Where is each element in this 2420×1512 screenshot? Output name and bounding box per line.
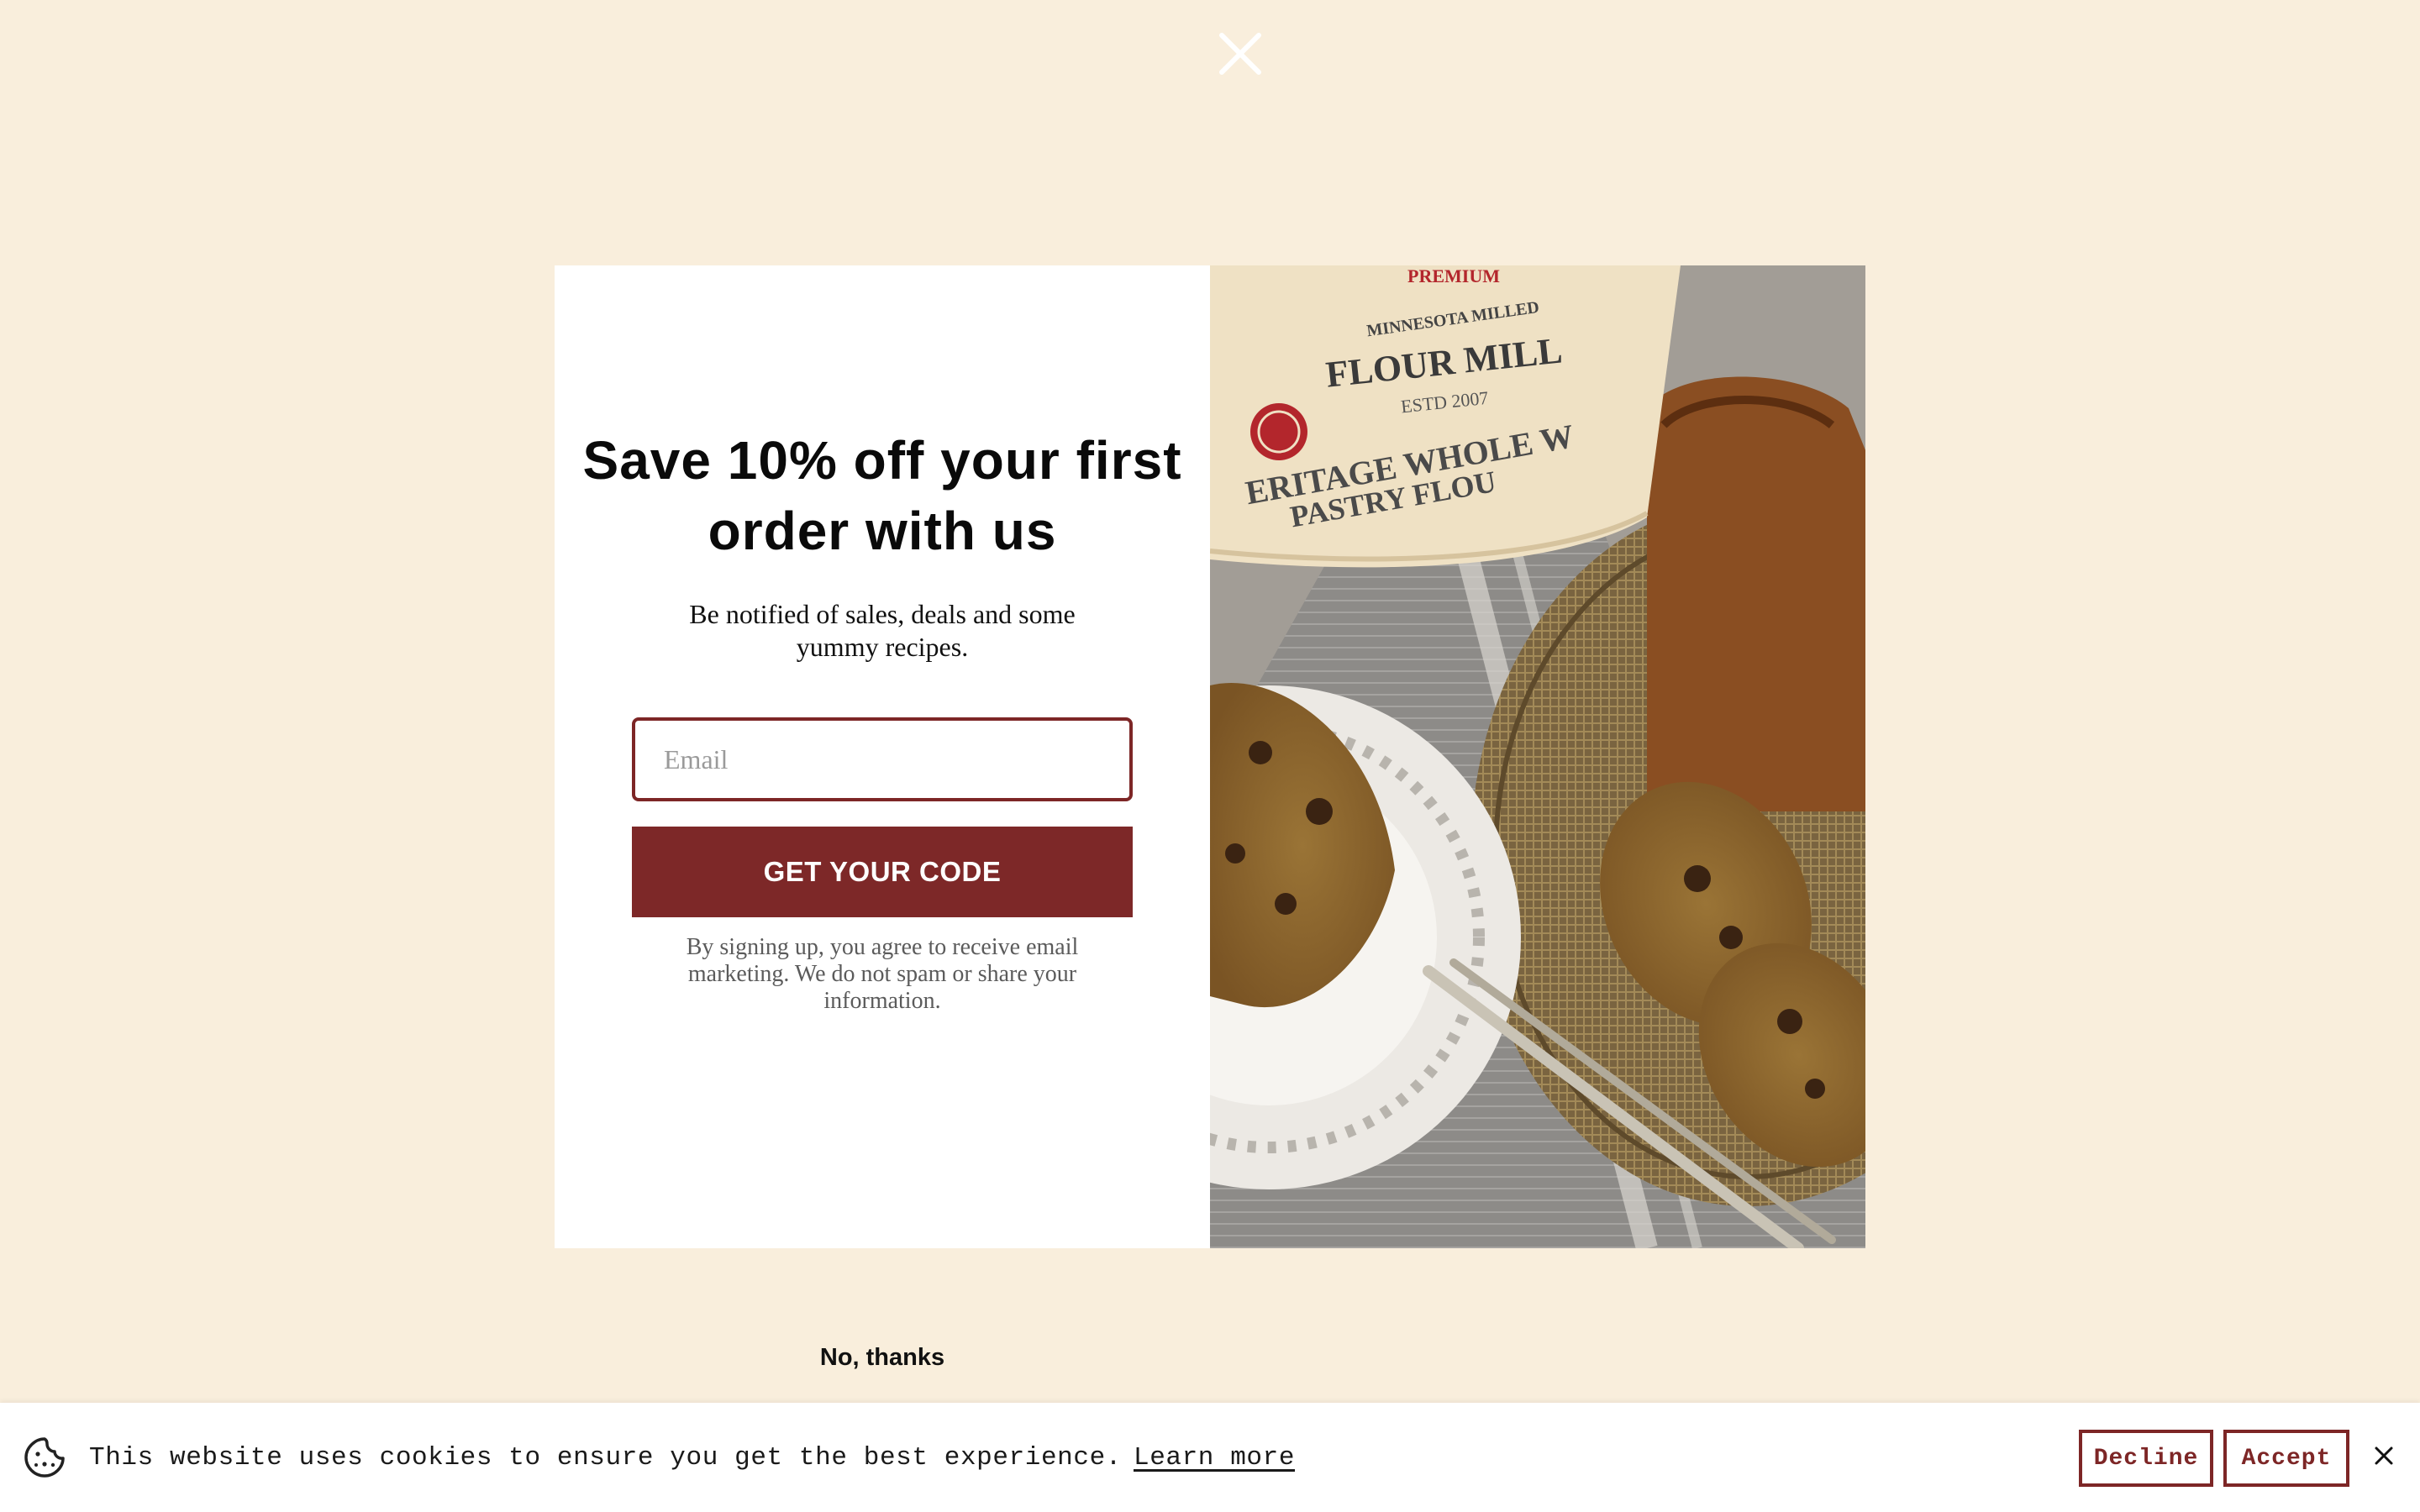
promo-photo: PREMIUM MINNESOTA MILLED FLOUR MILL ESTD… bbox=[1210, 265, 1865, 1248]
cookie-banner: This website uses cookies to ensure you … bbox=[0, 1403, 2420, 1512]
email-field[interactable] bbox=[632, 717, 1133, 801]
decline-button[interactable]: Decline bbox=[2079, 1430, 2213, 1487]
close-icon[interactable] bbox=[1210, 24, 1270, 84]
signup-form-panel: Save 10% off your first order with us Be… bbox=[555, 265, 1210, 1371]
cookie-message-line: This website uses cookies to ensure you … bbox=[89, 1440, 1295, 1477]
bag-premium-label: PREMIUM bbox=[1407, 265, 1500, 286]
banana-bread-photo: PREMIUM MINNESOTA MILLED FLOUR MILL ESTD… bbox=[1210, 265, 1865, 1248]
cookie-icon bbox=[24, 1437, 65, 1478]
popup-subheading: Be notified of sales, deals and some yum… bbox=[689, 599, 1076, 662]
signup-disclaimer: By signing up, you agree to receive emai… bbox=[686, 934, 1079, 1014]
popup-headline: Save 10% off your first order with us bbox=[582, 430, 1182, 561]
signup-modal: Save 10% off your first order with us Be… bbox=[555, 265, 1865, 1371]
no-thanks-link[interactable]: No, thanks bbox=[756, 1344, 1008, 1372]
accept-button[interactable]: Accept bbox=[2223, 1430, 2349, 1487]
learn-more-link[interactable]: Learn more bbox=[1134, 1443, 1295, 1473]
cookie-close-icon[interactable] bbox=[2371, 1443, 2396, 1468]
cookie-message: This website uses cookies to ensure you … bbox=[89, 1443, 1122, 1473]
get-code-button[interactable]: GET YOUR CODE bbox=[632, 827, 1133, 917]
